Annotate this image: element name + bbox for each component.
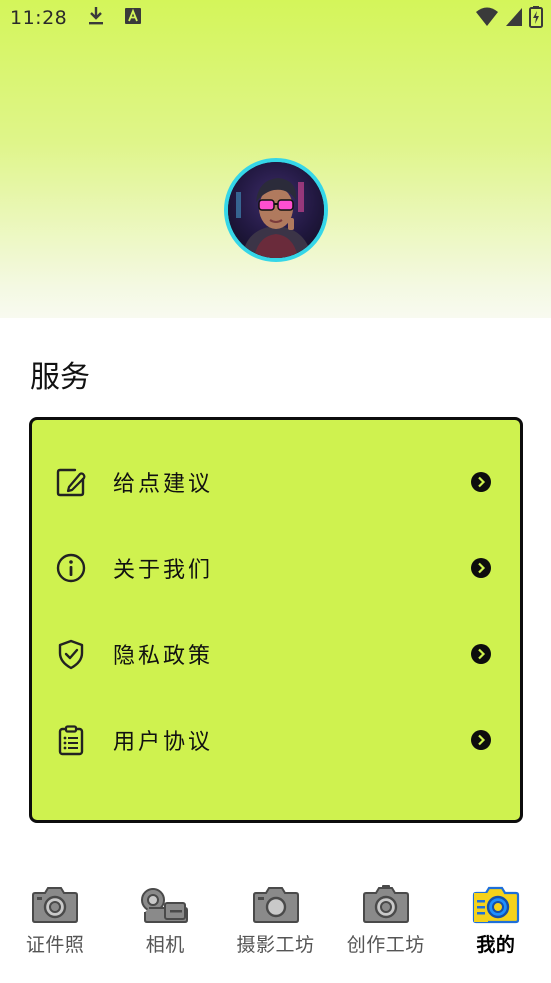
status-bar: 11:28 (0, 0, 551, 36)
video-camera-icon (139, 884, 191, 926)
tab-label: 证件照 (25, 934, 85, 956)
edit-icon (54, 465, 88, 499)
menu-item-label: 用户协议 (113, 730, 214, 755)
menu-item-privacy-policy[interactable]: 隐私政策 (32, 624, 520, 684)
menu-item-user-agreement[interactable]: 用户协议 (32, 710, 520, 770)
tab-label: 相机 (145, 934, 185, 956)
tab-label: 创作工坊 (346, 934, 425, 956)
tab-photo-workshop[interactable]: 摄影工坊 (220, 880, 330, 970)
signal-icon (505, 7, 523, 31)
menu-item-about-us[interactable]: 关于我们 (32, 538, 520, 598)
chevron-right-icon (470, 557, 492, 579)
tab-creative-workshop[interactable]: 创作工坊 (331, 880, 441, 970)
services-card: 给点建议 关于我们 隐私政策 用户协议 (29, 417, 523, 823)
camera-icon (250, 884, 302, 926)
menu-item-label: 隐私政策 (113, 644, 214, 669)
a-badge-icon (125, 8, 142, 28)
tab-label: 摄影工坊 (236, 934, 315, 956)
chevron-right-icon (470, 471, 492, 493)
services-title: 服务 (30, 360, 90, 395)
battery-charging-icon (529, 6, 543, 32)
camera-icon (29, 884, 81, 926)
download-icon (87, 6, 105, 30)
menu-item-label: 给点建议 (113, 472, 214, 497)
chevron-right-icon (470, 729, 492, 751)
bottom-tab-bar: 证件照 相机 摄影工坊 创作工坊 我的 (0, 880, 551, 970)
clipboard-list-icon (54, 723, 88, 757)
tab-camera[interactable]: 相机 (110, 880, 220, 970)
tab-label: 我的 (476, 934, 516, 956)
menu-item-feedback[interactable]: 给点建议 (32, 452, 520, 512)
shield-check-icon (54, 637, 88, 671)
wifi-icon (475, 7, 499, 31)
tab-id-photo[interactable]: 证件照 (0, 880, 110, 970)
tab-mine[interactable]: 我的 (441, 880, 551, 970)
chevron-right-icon (470, 643, 492, 665)
camera-icon (360, 884, 412, 926)
info-icon (54, 551, 88, 585)
status-time: 11:28 (10, 7, 68, 29)
camera-active-icon (470, 884, 522, 926)
avatar[interactable] (224, 158, 328, 262)
menu-item-label: 关于我们 (113, 558, 214, 583)
